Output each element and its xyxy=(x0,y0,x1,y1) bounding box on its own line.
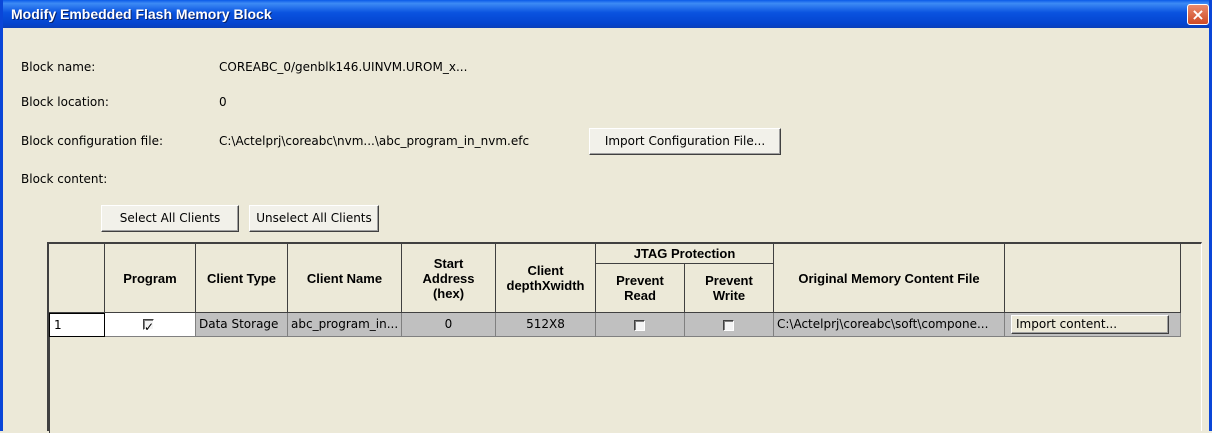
block-location-label: Block location: xyxy=(21,95,109,109)
program-column-header[interactable]: Program xyxy=(105,244,196,313)
block-location-value: 0 xyxy=(219,95,227,109)
prevent-read-column-header[interactable]: Prevent Read xyxy=(596,264,685,313)
clients-table: Program Client Type Client Name Start Ad… xyxy=(47,242,1202,433)
grid-empty-area xyxy=(49,337,50,433)
prevent-write-column-header[interactable]: Prevent Write xyxy=(685,264,774,313)
prevent-read-cell[interactable] xyxy=(596,313,685,337)
unselect-all-clients-button[interactable]: Unselect All Clients xyxy=(249,205,379,232)
client-name-cell: abc_program_in... xyxy=(288,313,402,337)
window-title: Modify Embedded Flash Memory Block xyxy=(11,6,272,22)
block-name-value: COREABC_0/genblk146.UINVM.UROM_x... xyxy=(219,60,468,74)
block-config-label: Block configuration file: xyxy=(21,134,164,148)
jtag-protection-header: JTAG Protection xyxy=(596,244,774,264)
program-checkbox[interactable] xyxy=(143,316,154,336)
prevent-write-checkbox[interactable] xyxy=(723,320,734,331)
depth-width-cell: 512X8 xyxy=(496,313,596,337)
program-cell[interactable] xyxy=(105,313,196,337)
client-type-column-header[interactable]: Client Type xyxy=(196,244,288,313)
import-content-button[interactable]: Import content... xyxy=(1011,315,1169,334)
block-name-label: Block name: xyxy=(21,60,96,74)
title-bar[interactable]: Modify Embedded Flash Memory Block × xyxy=(3,0,1209,28)
original-file-cell: C:\Actelprj\coreabc\soft\compone... xyxy=(774,313,1005,337)
import-configuration-button[interactable]: Import Configuration File... xyxy=(589,128,781,155)
start-address-column-header[interactable]: Start Address (hex) xyxy=(402,244,496,313)
original-file-column-header[interactable]: Original Memory Content File xyxy=(774,244,1005,313)
client-name-column-header[interactable]: Client Name xyxy=(288,244,402,313)
depth-width-column-header[interactable]: Client depthXwidth xyxy=(496,244,596,313)
start-address-cell: 0 xyxy=(402,313,496,337)
prevent-write-cell[interactable] xyxy=(685,313,774,337)
import-content-cell: Import content... xyxy=(1005,313,1181,337)
close-icon[interactable]: × xyxy=(1187,4,1209,25)
block-content-label: Block content: xyxy=(21,172,108,186)
select-all-clients-button[interactable]: Select All Clients xyxy=(101,205,239,232)
row-index-header xyxy=(49,244,105,313)
client-type-cell: Data Storage xyxy=(196,313,288,337)
import-column-header xyxy=(1005,244,1181,313)
block-config-value: C:\Actelprj\coreabc\nvm...\abc_program_i… xyxy=(219,134,530,148)
dialog-window: Modify Embedded Flash Memory Block × Blo… xyxy=(0,0,1212,433)
row-index-cell[interactable]: 1 xyxy=(49,313,105,337)
prevent-read-checkbox[interactable] xyxy=(634,320,645,331)
